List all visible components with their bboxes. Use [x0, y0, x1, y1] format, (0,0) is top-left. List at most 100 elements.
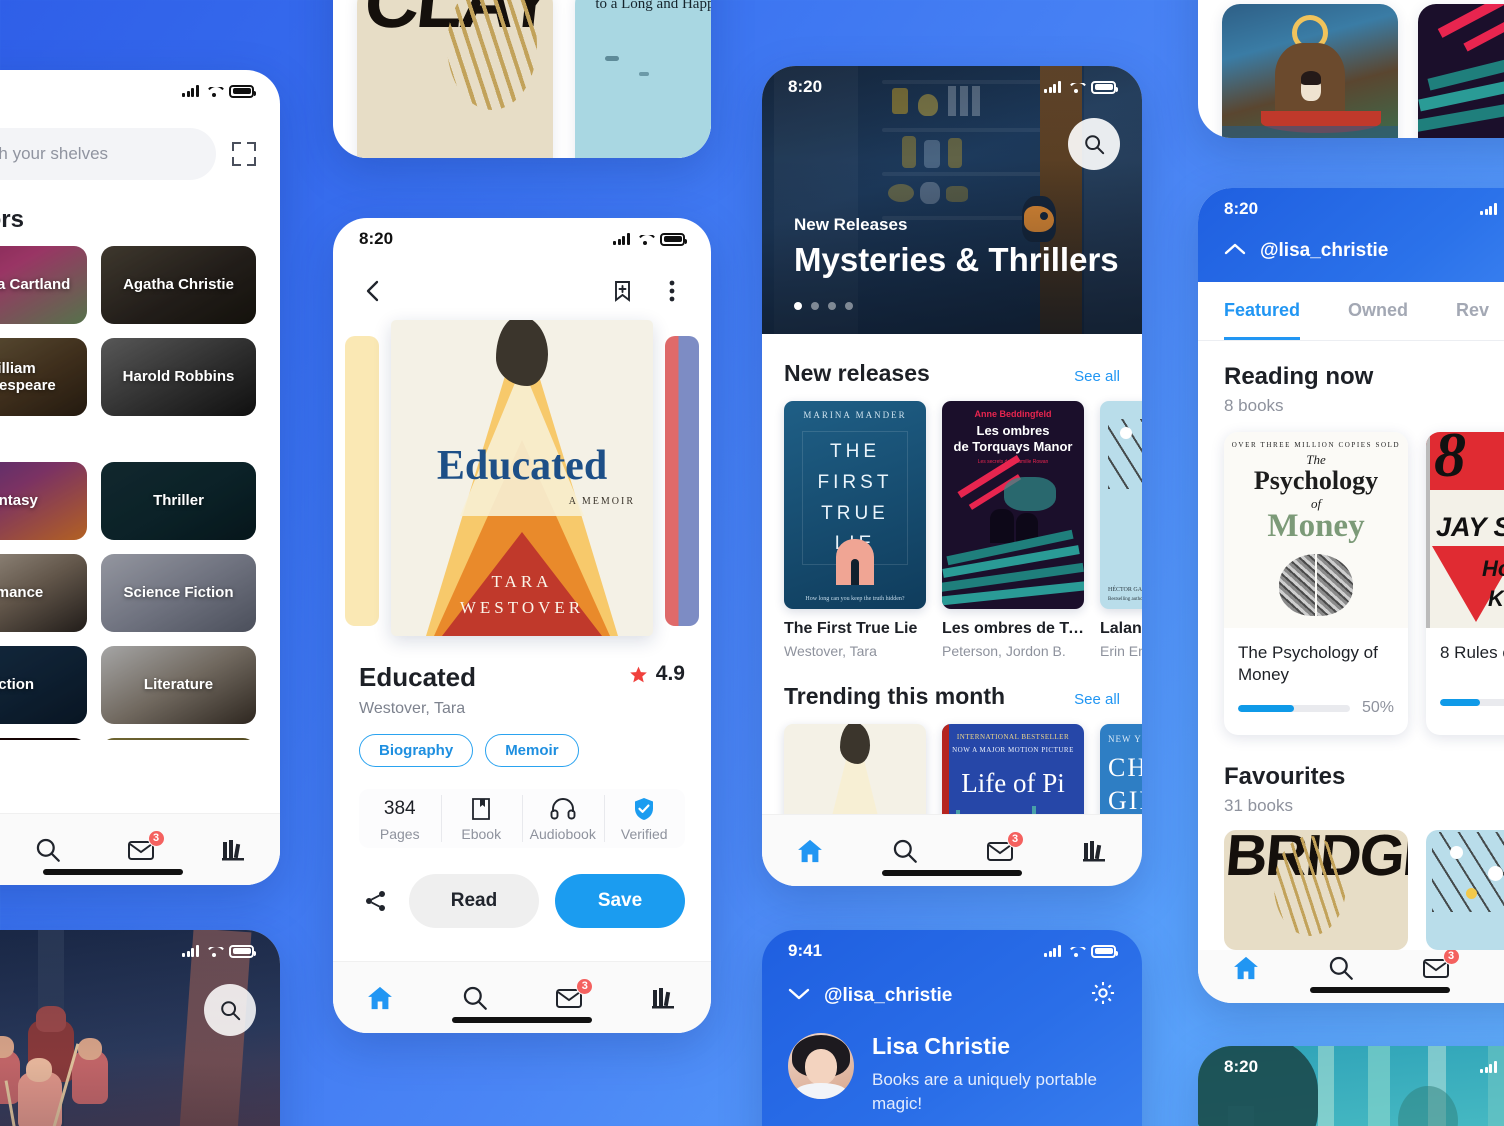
status-time: 9:41 — [788, 941, 823, 960]
cover-carousel[interactable]: Educated A MEMOIR TARA WESTOVER — [333, 320, 711, 640]
book-details: Educated 4.9 Westover, Tara Biography Me… — [333, 640, 711, 928]
search-icon[interactable] — [1068, 118, 1120, 170]
genre-tile[interactable]: Fiction — [0, 646, 87, 724]
hero-title: Mysteries & Thrillers — [794, 241, 1119, 279]
genre-tile[interactable]: Non-Fiction — [0, 738, 87, 740]
shield-check-icon — [604, 795, 686, 823]
new-releases-carousel[interactable]: MARINA MANDER THE FIRST TRUE LIE How lon… — [762, 401, 1142, 659]
shelf-tabs: Featured Owned Rev — [1198, 282, 1504, 341]
genre-name: Science Fiction — [123, 584, 234, 602]
wifi-icon — [206, 85, 222, 97]
status-time: 8:20 — [359, 229, 394, 248]
reading-now-carousel[interactable]: OVER THREE MILLION COPIES SOLD The Psych… — [1198, 416, 1504, 735]
status-time: 8:20 — [788, 77, 823, 96]
author-tile[interactable]: Harold Robbins — [101, 338, 256, 416]
bookmark-add-icon[interactable] — [609, 278, 635, 304]
carousel-dots[interactable] — [794, 302, 853, 310]
book-card[interactable]: OVER THREE MILLION COPIES SOLD The Psych… — [1224, 432, 1408, 735]
profile-handle-row[interactable]: @lisa_christie — [788, 985, 952, 1007]
share-icon[interactable] — [359, 889, 393, 913]
battery-icon — [660, 232, 687, 246]
nav-mail-icon[interactable]: 3 — [1419, 947, 1460, 985]
nav-mail-icon[interactable]: 3 — [983, 830, 1024, 868]
nav-search-icon[interactable] — [31, 833, 65, 867]
tab-reviews[interactable]: Rev — [1456, 282, 1489, 340]
phone-shelves-right: 8:20 @lisa_christie Featured Owned Rev R… — [1198, 188, 1504, 1003]
book-card[interactable]: 8 R OF JAY S How t Keep 8 Rules o — [1426, 432, 1504, 735]
audiobook-label: Audiobook — [529, 826, 596, 842]
nav-home-icon[interactable] — [363, 981, 397, 1015]
book-card[interactable]: Les Omo Torquays — [1418, 4, 1504, 138]
book-item[interactable]: THE INTERNA I K The Jap to a Long HÉCTOR… — [1100, 401, 1142, 659]
favourites-carousel[interactable]: BRIDGE — [1198, 816, 1504, 950]
chevron-down-icon[interactable] — [788, 985, 810, 1007]
read-button[interactable]: Read — [409, 874, 539, 928]
nav-home-icon[interactable] — [1229, 951, 1263, 985]
tab-owned[interactable]: Owned — [1348, 282, 1408, 340]
genre-tile[interactable]: Romance — [0, 554, 87, 632]
book-card[interactable]: to a Long and Happy Life Ikigai 50% — [575, 0, 711, 158]
save-button[interactable]: Save — [555, 874, 685, 928]
battery-icon — [229, 84, 256, 98]
status-icons — [1480, 1061, 1504, 1074]
book-title: Les ombres de Tor... — [942, 620, 1084, 637]
book-item[interactable]: MARINA MANDER THE FIRST TRUE LIE How lon… — [784, 401, 926, 659]
battery-icon — [1091, 80, 1118, 94]
signal-icon — [1044, 945, 1061, 957]
genre-tile[interactable]: Science Fiction — [101, 554, 256, 632]
author-name: Agatha Christie — [123, 276, 234, 294]
book-card[interactable]: CLAY Bridge of Clay 50% — [357, 0, 553, 158]
shelves-scroll[interactable]: Authors Barbara Cartland Agatha Christie… — [0, 180, 280, 740]
author-tile[interactable]: William Shakespeare — [0, 338, 87, 416]
section-header-trending: Trending this month See all — [762, 659, 1142, 724]
nav-library-icon[interactable] — [1078, 834, 1112, 868]
book-card[interactable]: Lalani of the Distant Sea — [1222, 4, 1398, 138]
book-cover[interactable] — [1426, 830, 1504, 950]
genre-tile[interactable]: Thriller — [101, 462, 256, 540]
book-item[interactable]: Anne Beddingfeld Les ombres de Torquays … — [942, 401, 1084, 659]
avatar[interactable] — [788, 1033, 854, 1099]
shelf-count: 8 books — [1224, 396, 1284, 415]
home-indicator — [1310, 987, 1451, 993]
chip-biography[interactable]: Biography — [359, 734, 474, 767]
signal-icon — [1044, 81, 1061, 93]
book-cover[interactable]: Educated A MEMOIR TARA WESTOVER — [391, 320, 653, 636]
hero-banner[interactable]: 8:20 New Releases Mysteries & Thrillers — [762, 66, 1142, 334]
tab-featured[interactable]: Featured — [1224, 282, 1301, 340]
book-author: Erin Entrad — [1100, 643, 1142, 659]
chevron-up-icon[interactable] — [1224, 240, 1246, 262]
see-all-link[interactable]: See all — [1074, 691, 1120, 708]
profile-handle-row[interactable]: @lisa_christie — [1198, 230, 1504, 262]
see-all-link[interactable]: See all — [1074, 368, 1120, 385]
cover-peek-left[interactable] — [345, 336, 379, 626]
genre-tile[interactable]: Literature — [101, 646, 256, 724]
book-cover[interactable]: BRIDGE — [1224, 830, 1408, 950]
search-input[interactable]: Search your shelves — [0, 128, 216, 180]
book-card-meta: 8 Rules o — [1426, 628, 1504, 724]
scan-icon[interactable] — [232, 142, 256, 166]
author-tile[interactable]: Barbara Cartland — [0, 246, 87, 324]
nav-mail-icon[interactable]: 3 — [124, 829, 165, 867]
nav-mail-icon[interactable]: 3 — [552, 977, 594, 1015]
detail-topbar — [333, 260, 711, 314]
cover-peek-right[interactable] — [665, 336, 699, 626]
genre-tile[interactable]: Fantasy — [0, 462, 87, 540]
wifi-icon — [1068, 81, 1084, 93]
author-tile[interactable]: Agatha Christie — [101, 246, 256, 324]
nav-search-icon[interactable] — [458, 981, 492, 1015]
stat-audiobook: Audiobook — [522, 789, 604, 848]
nav-library-icon[interactable] — [647, 981, 681, 1015]
cover-title: Educated — [436, 443, 608, 489]
nav-library-icon[interactable] — [217, 833, 251, 867]
author-name: William Shakespeare — [0, 359, 56, 394]
nav-home-icon[interactable] — [793, 834, 827, 868]
genre-tile[interactable]: Biography — [101, 738, 256, 740]
nav-search-icon[interactable] — [888, 834, 922, 868]
search-placeholder: Search your shelves — [0, 144, 109, 163]
search-icon[interactable] — [204, 984, 256, 1036]
chip-memoir[interactable]: Memoir — [485, 734, 579, 767]
nav-search-icon[interactable] — [1324, 951, 1358, 985]
gear-icon[interactable] — [1090, 980, 1116, 1011]
more-vertical-icon[interactable] — [659, 278, 685, 304]
back-icon[interactable] — [359, 278, 385, 304]
